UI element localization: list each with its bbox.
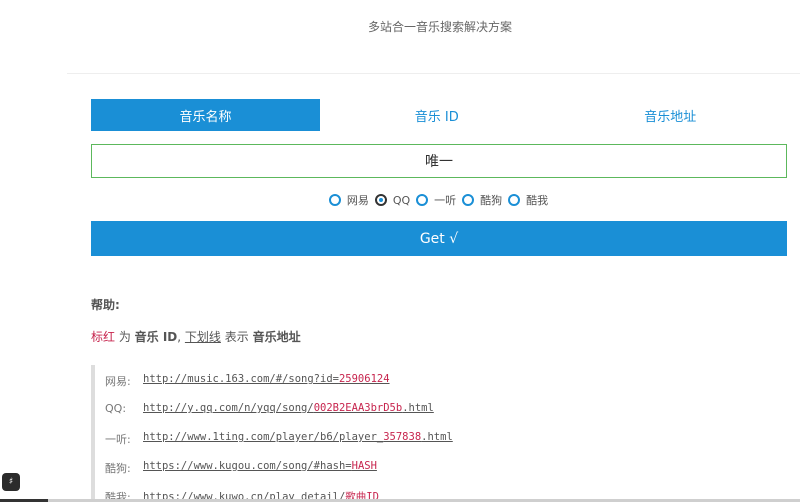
header-divider: [67, 73, 800, 74]
radio-circle-icon: [508, 194, 521, 206]
page: 多站合一音乐搜索解决方案 音乐名称 音乐 ID 音乐地址 网易 QQ 一听 酷狗…: [0, 0, 800, 502]
radio-circle-icon: [416, 194, 429, 206]
get-button[interactable]: Get √: [91, 221, 787, 256]
radio-qq[interactable]: QQ: [374, 193, 411, 207]
page-subtitle: 多站合一音乐搜索解决方案: [367, 20, 512, 34]
tab-music-id[interactable]: 音乐 ID: [320, 99, 554, 131]
example-label: 网易:: [105, 375, 131, 388]
url-prefix: https://www.kugou.com/song/#hash=: [143, 460, 352, 472]
legend-underline-word: 下划线: [184, 330, 221, 344]
example-row-1ting: 一听: http://www.1ting.com/player/b6/playe…: [105, 423, 791, 452]
example-row-netease: 网易: http://music.163.com/#/song?id=25906…: [105, 365, 791, 394]
legend-text: 为: [115, 330, 135, 344]
source-radio-group: 网易 QQ 一听 酷狗 酷我: [0, 192, 800, 208]
radio-kuwo[interactable]: 酷我: [508, 192, 548, 208]
url-id: HASH: [351, 460, 377, 472]
tab-music-url[interactable]: 音乐地址: [554, 99, 788, 131]
example-row-kugou: 酷狗: https://www.kugou.com/song/#hash=HAS…: [105, 452, 791, 481]
radio-label: 酷我: [526, 194, 549, 207]
url-suffix: .html: [421, 431, 453, 443]
example-url: http://y.qq.com/n/yqq/song/002B2EAA3brD5…: [143, 402, 434, 414]
legend-music-id: 音乐 ID: [134, 330, 178, 344]
url-prefix: http://music.163.com/#/song?id=: [143, 373, 339, 385]
search-input[interactable]: [91, 144, 787, 178]
help-title: 帮助:: [91, 298, 120, 312]
radio-label: 一听: [434, 194, 457, 207]
example-label: 一听:: [105, 433, 131, 446]
url-id: 25906124: [338, 373, 390, 385]
legend-text: ,: [177, 330, 185, 344]
radio-label: QQ: [392, 193, 411, 207]
url-id: 002B2EAA3brD5b: [313, 402, 403, 414]
help-legend: 标红 为 音乐 ID, 下划线 表示 音乐地址: [91, 328, 301, 345]
radio-1ting[interactable]: 一听: [416, 192, 456, 208]
tab-music-name[interactable]: 音乐名称: [91, 99, 320, 131]
corner-badge-icon[interactable]: ♯: [2, 473, 20, 491]
legend-music-url: 音乐地址: [252, 330, 301, 344]
url-prefix: http://www.1ting.com/player/b6/player_: [143, 431, 384, 443]
legend-red-word: 标红: [91, 330, 116, 344]
radio-circle-icon: [462, 194, 475, 206]
example-label: 酷狗:: [105, 462, 131, 475]
example-urls-blockquote: 网易: http://music.163.com/#/song?id=25906…: [91, 365, 791, 502]
example-url: http://www.1ting.com/player/b6/player_35…: [143, 431, 453, 443]
radio-label: 网易: [346, 194, 369, 207]
url-id: 357838: [383, 431, 422, 443]
radio-netease[interactable]: 网易: [328, 192, 369, 208]
radio-label: 酷狗: [480, 194, 503, 207]
example-label: QQ:: [105, 402, 127, 415]
radio-kugou[interactable]: 酷狗: [462, 192, 502, 208]
radio-checked-icon: [374, 194, 387, 206]
url-prefix: http://y.qq.com/n/yqq/song/: [143, 402, 314, 414]
example-url: https://www.kugou.com/song/#hash=HASH: [143, 460, 377, 472]
example-url: http://music.163.com/#/song?id=25906124: [143, 373, 390, 385]
radio-circle-icon: [328, 194, 341, 206]
url-suffix: .html: [402, 402, 434, 414]
search-type-tabs: 音乐名称 音乐 ID 音乐地址: [91, 99, 787, 131]
legend-text: 表示: [220, 330, 253, 344]
example-row-qq: QQ: http://y.qq.com/n/yqq/song/002B2EAA3…: [105, 394, 791, 423]
